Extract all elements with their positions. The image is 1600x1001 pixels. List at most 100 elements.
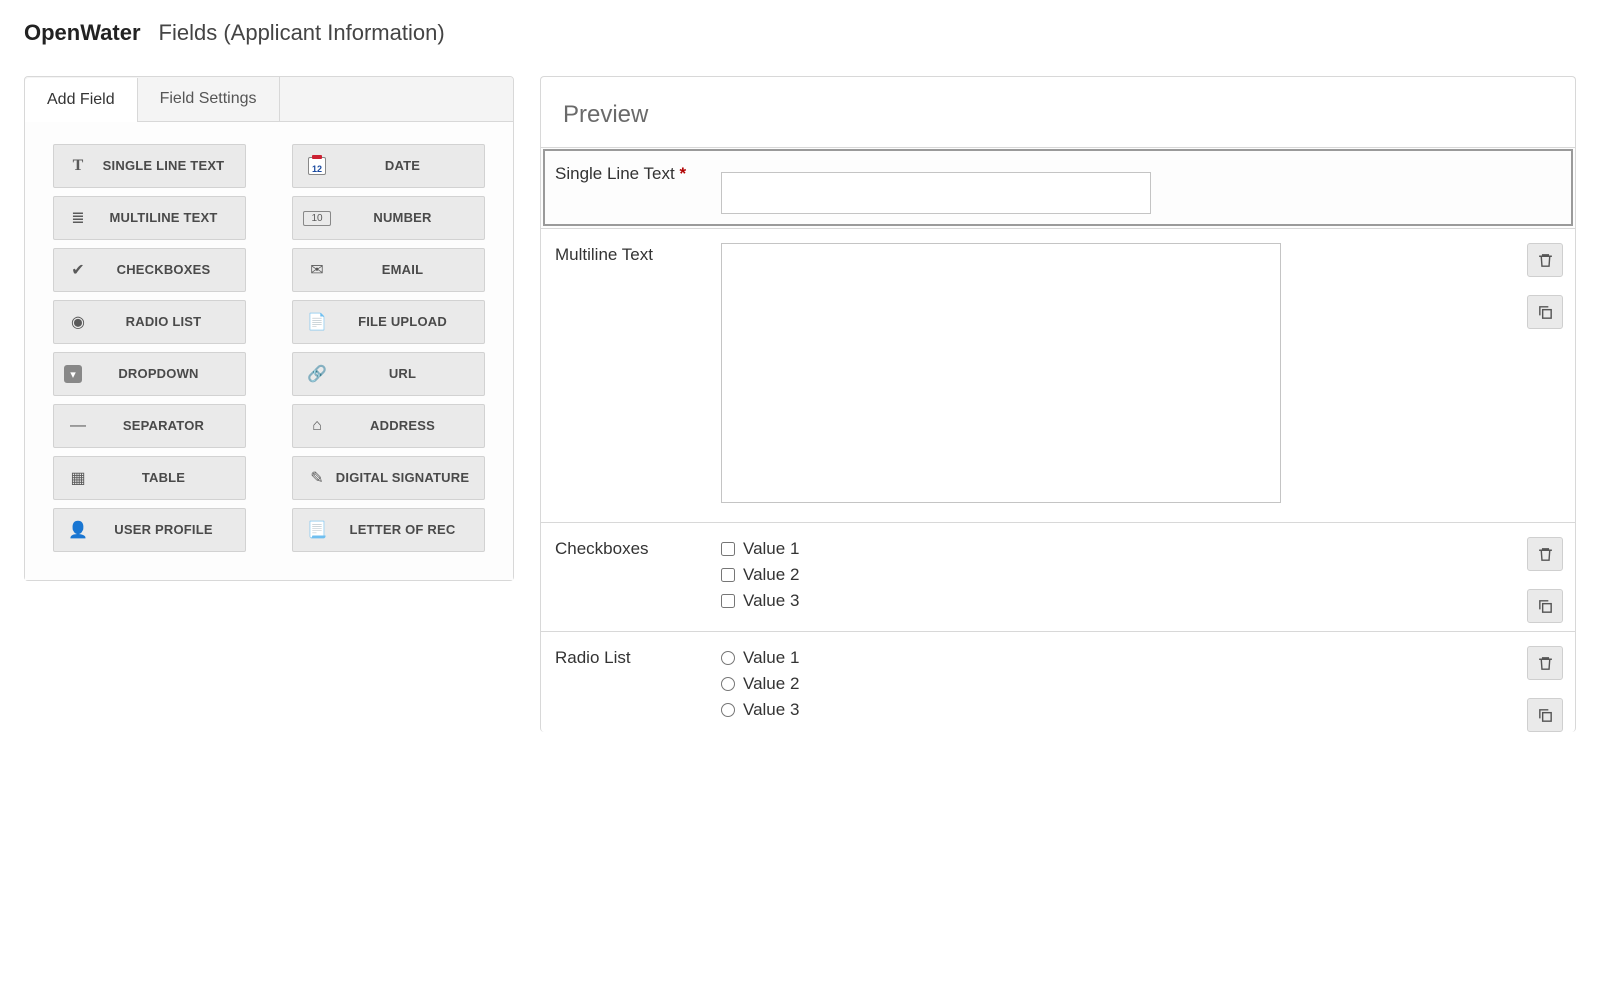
tab-add-field[interactable]: Add Field [25, 78, 138, 122]
field-type-label: TABLE [92, 471, 235, 485]
option-label: Value 2 [743, 674, 799, 694]
delete-button[interactable] [1527, 243, 1563, 277]
option-label: Value 1 [743, 539, 799, 559]
field-type-address[interactable]: ⌂ ADDRESS [292, 404, 485, 448]
radio-option[interactable]: Value 2 [721, 674, 1505, 694]
number-icon: 10 [303, 211, 331, 226]
preview-panel: Preview Single Line Text * Multiline Tex… [540, 76, 1576, 732]
field-type-url[interactable]: 🔗 URL [292, 352, 485, 396]
field-type-label: DATE [331, 159, 474, 173]
field-type-label: SEPARATOR [92, 419, 235, 433]
option-label: Value 2 [743, 565, 799, 585]
checkbox-option[interactable]: Value 1 [721, 539, 1505, 559]
envelope-icon: ✉ [303, 260, 331, 280]
duplicate-button[interactable] [1527, 698, 1563, 732]
field-type-user-profile[interactable]: 👤 USER PROFILE [53, 508, 246, 552]
field-type-label: CHECKBOXES [92, 263, 235, 277]
field-type-label: EMAIL [331, 263, 474, 277]
option-label: Value 1 [743, 648, 799, 668]
checkbox-input[interactable] [721, 594, 735, 608]
delete-button[interactable] [1527, 646, 1563, 680]
home-icon: ⌂ [303, 417, 331, 435]
radio-option[interactable]: Value 1 [721, 648, 1505, 668]
radio-option[interactable]: Value 3 [721, 700, 1505, 720]
radio-icon: ◉ [64, 312, 92, 332]
duplicate-button[interactable] [1527, 295, 1563, 329]
field-type-label: ADDRESS [331, 419, 474, 433]
field-type-label: RADIO LIST [92, 315, 235, 329]
delete-button[interactable] [1527, 537, 1563, 571]
field-type-label: MULTILINE TEXT [92, 211, 235, 225]
preview-title: Preview [541, 77, 1575, 147]
radio-input[interactable] [721, 651, 735, 665]
field-type-label: URL [331, 367, 474, 381]
field-type-single-line-text[interactable]: T SINGLE LINE TEXT [53, 144, 246, 188]
radio-input[interactable] [721, 703, 735, 717]
field-type-label: DROPDOWN [82, 367, 235, 381]
copy-icon [1537, 707, 1554, 724]
field-palette-panel: Add Field Field Settings T SINGLE LINE T… [24, 76, 514, 581]
field-type-label: NUMBER [331, 211, 474, 225]
dropdown-icon: ▾ [64, 365, 82, 383]
field-type-digital-signature[interactable]: ✎ DIGITAL SIGNATURE [292, 456, 485, 500]
field-type-file-upload[interactable]: 📄 FILE UPLOAD [292, 300, 485, 344]
field-label-text: Single Line Text [555, 164, 675, 183]
field-type-dropdown[interactable]: ▾ DROPDOWN [53, 352, 246, 396]
trash-icon [1537, 655, 1554, 672]
user-icon: 👤 [64, 520, 92, 540]
option-label: Value 3 [743, 700, 799, 720]
field-type-label: USER PROFILE [92, 523, 235, 537]
document-icon: 📃 [303, 520, 331, 540]
preview-field-multiline[interactable]: Multiline Text [541, 228, 1575, 522]
field-type-letter-of-rec[interactable]: 📃 LETTER OF REC [292, 508, 485, 552]
checkbox-icon: ✔ [64, 260, 92, 280]
page-title: Fields (Applicant Information) [159, 20, 445, 46]
checkbox-input[interactable] [721, 568, 735, 582]
page-header: OpenWater Fields (Applicant Information) [24, 20, 1576, 46]
preview-field-single-line[interactable]: Single Line Text * [541, 147, 1575, 228]
field-type-table[interactable]: ▦ TABLE [53, 456, 246, 500]
checkbox-input[interactable] [721, 542, 735, 556]
field-type-email[interactable]: ✉ EMAIL [292, 248, 485, 292]
multiline-icon: ≣ [64, 208, 92, 228]
field-type-label: LETTER OF REC [331, 523, 474, 537]
field-type-label: FILE UPLOAD [331, 315, 474, 329]
link-icon: 🔗 [303, 364, 331, 384]
tab-field-settings[interactable]: Field Settings [138, 77, 280, 121]
radio-input[interactable] [721, 677, 735, 691]
duplicate-button[interactable] [1527, 589, 1563, 623]
text-icon: T [64, 157, 92, 175]
field-type-separator[interactable]: — SEPARATOR [53, 404, 246, 448]
field-label: Single Line Text * [555, 162, 715, 214]
required-mark: * [679, 164, 686, 183]
single-line-input[interactable] [721, 172, 1151, 214]
field-label: Checkboxes [555, 537, 715, 617]
multiline-input[interactable] [721, 243, 1281, 503]
field-type-radio-list[interactable]: ◉ RADIO LIST [53, 300, 246, 344]
brand: OpenWater [24, 20, 141, 46]
field-type-label: DIGITAL SIGNATURE [331, 471, 474, 485]
copy-icon [1537, 598, 1554, 615]
copy-icon [1537, 304, 1554, 321]
field-type-checkboxes[interactable]: ✔ CHECKBOXES [53, 248, 246, 292]
separator-icon: — [64, 417, 92, 435]
file-upload-icon: 📄 [303, 312, 331, 332]
checkbox-option[interactable]: Value 2 [721, 565, 1505, 585]
trash-icon [1537, 252, 1554, 269]
field-label: Multiline Text [555, 243, 715, 508]
trash-icon [1537, 546, 1554, 563]
field-type-multiline-text[interactable]: ≣ MULTILINE TEXT [53, 196, 246, 240]
option-label: Value 3 [743, 591, 799, 611]
calendar-icon: 12 [303, 157, 331, 175]
table-icon: ▦ [64, 468, 92, 488]
field-type-label: SINGLE LINE TEXT [92, 159, 235, 173]
field-type-grid: T SINGLE LINE TEXT 12 DATE ≣ MULTILINE T… [25, 122, 513, 580]
palette-tabs: Add Field Field Settings [25, 77, 513, 122]
checkbox-option[interactable]: Value 3 [721, 591, 1505, 611]
field-type-date[interactable]: 12 DATE [292, 144, 485, 188]
pencil-icon: ✎ [303, 468, 331, 488]
preview-field-checkboxes[interactable]: Checkboxes Value 1 Value 2 Value 3 [541, 522, 1575, 631]
field-label: Radio List [555, 646, 715, 726]
preview-field-radio-list[interactable]: Radio List Value 1 Value 2 Value 3 [541, 631, 1575, 732]
field-type-number[interactable]: 10 NUMBER [292, 196, 485, 240]
